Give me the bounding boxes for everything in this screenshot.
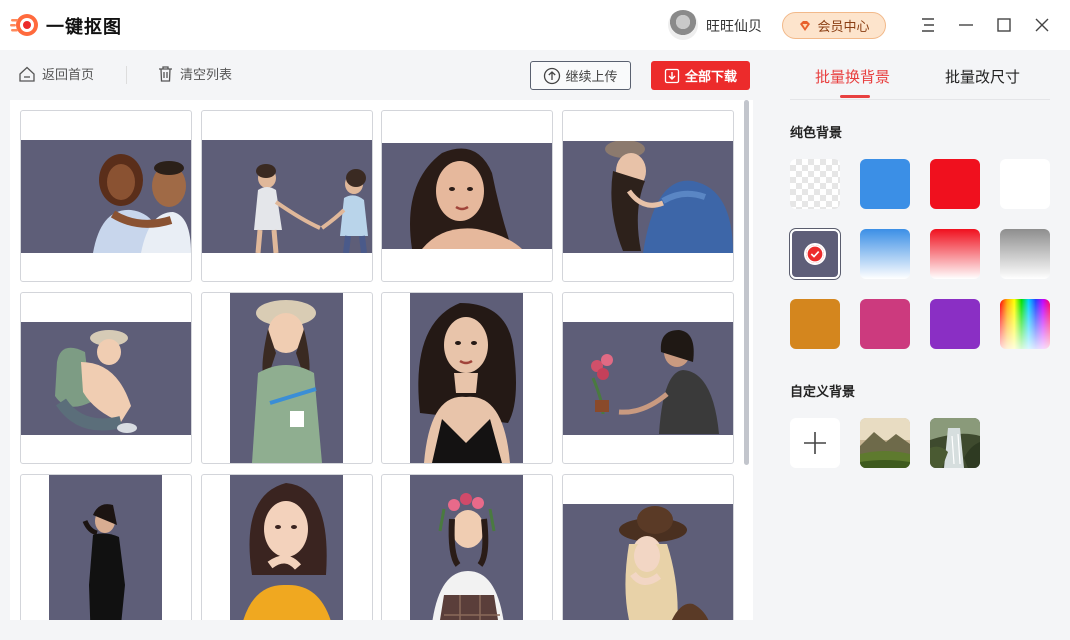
result-image <box>382 143 552 249</box>
waterfall-landscape-thumbnail <box>930 418 980 468</box>
result-image <box>563 504 733 620</box>
image-card-woman-hat-denim[interactable] <box>562 110 734 282</box>
image-card-woman-portrait[interactable] <box>381 110 553 282</box>
continue-upload-button[interactable]: 继续上传 <box>530 61 631 90</box>
title-bar: 一键抠图 旺旺仙贝 会员中心 <box>0 0 1070 50</box>
image-card-woman-brown-hat[interactable] <box>562 474 734 620</box>
vip-diamond-icon <box>800 20 811 31</box>
swatch-blue-gradient[interactable] <box>860 229 910 279</box>
result-image <box>230 293 343 463</box>
minimize-icon[interactable] <box>955 14 977 36</box>
back-home-label: 返回首页 <box>42 68 95 83</box>
maximize-icon[interactable] <box>993 14 1015 36</box>
custom-bg-waterfall-landscape[interactable] <box>930 418 980 468</box>
swatch-transparent[interactable] <box>790 159 840 209</box>
image-card-dancing-pair[interactable] <box>201 110 373 282</box>
selected-check-icon <box>804 243 826 265</box>
result-image <box>410 293 523 463</box>
custom-bg-mountain-landscape[interactable] <box>860 418 910 468</box>
download-all-button[interactable]: 全部下载 <box>651 61 750 90</box>
swatch-gray-gradient[interactable] <box>1000 229 1050 279</box>
result-image <box>410 475 523 620</box>
trash-icon <box>159 65 172 82</box>
result-image <box>49 475 162 620</box>
toolbar: 返回首页 清空列表 继续上传 全部下载 <box>0 50 770 100</box>
image-card-girl-flower-crown[interactable] <box>381 474 553 620</box>
vip-center-label: 会员中心 <box>817 20 870 35</box>
app-title: 一键抠图 <box>46 17 122 38</box>
result-image <box>21 140 191 253</box>
swatch-rainbow[interactable] <box>1000 299 1050 349</box>
app-logo-icon <box>10 14 38 36</box>
result-image <box>563 322 733 435</box>
plus-icon <box>804 432 826 454</box>
clear-list-button[interactable]: 清空列表 <box>157 64 232 83</box>
image-card-girl-hat-standing[interactable] <box>201 292 373 464</box>
vip-center-button[interactable]: 会员中心 <box>782 12 886 39</box>
user-avatar[interactable] <box>668 10 698 40</box>
swatch-magenta[interactable] <box>860 299 910 349</box>
result-image <box>563 141 733 253</box>
result-image <box>202 140 372 253</box>
tab-batch-resize[interactable]: 批量改尺寸 <box>945 66 1020 87</box>
swatch-purple[interactable] <box>930 299 980 349</box>
image-card-woman-holding-flowers[interactable] <box>562 292 734 464</box>
menu-icon[interactable] <box>917 14 939 36</box>
continue-upload-label: 继续上传 <box>565 70 618 85</box>
swatch-orange[interactable] <box>790 299 840 349</box>
active-tab-indicator <box>840 95 870 98</box>
username[interactable]: 旺旺仙贝 <box>706 16 762 36</box>
image-card-couple-hug[interactable] <box>20 110 192 282</box>
swatch-blue[interactable] <box>860 159 910 209</box>
image-grid <box>10 100 753 620</box>
back-home-button[interactable]: 返回首页 <box>18 64 94 83</box>
settings-panel: 批量换背景 批量改尺寸 纯色背景 自定义背景 <box>770 50 1070 640</box>
image-card-woman-black-dress[interactable] <box>381 292 553 464</box>
clear-list-label: 清空列表 <box>180 68 233 83</box>
toolbar-divider <box>126 66 127 84</box>
result-image <box>230 475 343 620</box>
grid-scrollbar-thumb[interactable] <box>744 100 749 465</box>
tab-batch-background[interactable]: 批量换背景 <box>815 66 890 87</box>
swatch-red-gradient[interactable] <box>930 229 980 279</box>
image-card-woman-yellow-top[interactable] <box>201 474 373 620</box>
image-card-girl-sitting-hat[interactable] <box>20 292 192 464</box>
download-all-label: 全部下载 <box>684 70 737 85</box>
upload-icon <box>544 67 561 84</box>
swatch-red[interactable] <box>930 159 980 209</box>
download-icon <box>664 68 680 83</box>
tab-divider <box>790 99 1050 100</box>
close-icon[interactable] <box>1031 14 1053 36</box>
mountain-landscape-thumbnail <box>860 418 910 468</box>
swatch-white[interactable] <box>1000 159 1050 209</box>
image-card-woman-black-gown[interactable] <box>20 474 192 620</box>
solid-background-heading: 纯色背景 <box>790 126 843 141</box>
swatch-slate[interactable] <box>790 229 840 279</box>
custom-background-heading: 自定义背景 <box>790 385 856 400</box>
home-icon <box>19 66 35 82</box>
add-custom-background-button[interactable] <box>790 418 840 468</box>
result-image <box>21 322 191 435</box>
